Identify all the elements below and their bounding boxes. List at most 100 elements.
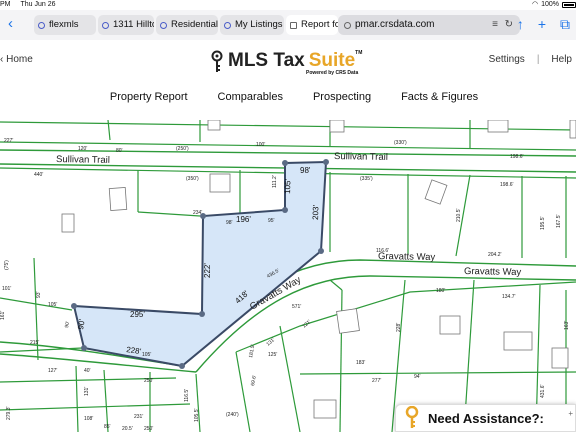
- expand-icon[interactable]: +: [568, 409, 573, 418]
- building: [61, 213, 75, 233]
- lot-label: 108': [84, 416, 93, 422]
- building: [551, 347, 569, 369]
- browser-tab[interactable]: 1311 Hilltop: [98, 15, 154, 35]
- menu-comparables[interactable]: Comparables: [218, 91, 283, 103]
- tab-label: Report fo: [301, 19, 338, 30]
- street-label: Sullivan Trail: [334, 151, 388, 163]
- globe-icon: [160, 21, 167, 29]
- building: [336, 308, 360, 334]
- lot-label: 40': [84, 368, 91, 374]
- toolbar-actions: ↑ + ⧉: [517, 16, 570, 32]
- wifi-icon: ◠: [531, 1, 539, 8]
- parcel-dimension: 98': [300, 166, 311, 175]
- browser-toolbar: ‹ flexmls 1311 Hilltop Residential My Li…: [0, 10, 576, 40]
- lot-label: 198.6': [500, 182, 514, 188]
- lot-label: 571': [292, 304, 301, 310]
- lot-label: 440': [34, 172, 43, 178]
- lot-label: (75'): [4, 260, 10, 270]
- share-icon[interactable]: ↑: [517, 16, 524, 32]
- lot-label: 101': [2, 286, 11, 292]
- app-header: ‹ Home MLS Tax Suite TM Powered by CRS D…: [0, 40, 576, 120]
- tab-label: flexmls: [49, 19, 79, 30]
- lot-label: 105': [48, 302, 57, 308]
- parcel-vertex: [179, 363, 185, 369]
- logo-subtitle: Powered by CRS Data: [306, 70, 359, 76]
- logo-trademark: TM: [355, 50, 363, 56]
- browser-tab-active[interactable]: Report fo: [286, 15, 338, 35]
- building: [108, 187, 128, 211]
- back-icon[interactable]: ‹: [8, 16, 13, 32]
- logo[interactable]: MLS Tax Suite TM Powered by CRS Data: [210, 50, 363, 76]
- need-assistance-button[interactable]: Need Assistance?: +: [395, 404, 576, 432]
- lot-label: 183': [356, 360, 365, 366]
- reload-icon[interactable]: ↻: [505, 15, 513, 35]
- browser-tab[interactable]: flexmls: [34, 15, 96, 35]
- lot-label: (335'): [360, 176, 373, 182]
- lot-label: (240'): [226, 412, 239, 418]
- lot-label: 116.6': [376, 248, 389, 254]
- parcel-dimension: 105': [283, 178, 293, 194]
- building: [313, 399, 337, 419]
- need-assistance-label: Need Assistance?:: [428, 410, 544, 426]
- parcel-map-canvas[interactable]: 98' 105' 196' 203' 222' 418' 295' 90' 22…: [0, 120, 576, 432]
- parcel-vertex: [81, 345, 87, 351]
- building: [209, 173, 231, 193]
- building: [439, 315, 461, 335]
- lot-label: 98': [226, 220, 233, 226]
- home-link[interactable]: ‹ Home: [0, 54, 33, 65]
- parcel-vertex: [282, 207, 288, 213]
- globe-icon: [38, 21, 45, 29]
- lot-label: 231': [134, 414, 143, 420]
- lot-label: 85': [104, 424, 111, 430]
- address-bar[interactable]: pmar.crsdata.com ≡ ↻: [338, 15, 520, 35]
- lot-label: (350'): [186, 176, 199, 182]
- lot-label: 125': [268, 352, 277, 358]
- parcel-vertex: [199, 311, 205, 317]
- lot-label: 277': [372, 378, 381, 384]
- lot-label: 105': [142, 352, 151, 358]
- parcel-dimension: 196': [236, 215, 251, 224]
- menu-prospecting[interactable]: Prospecting: [313, 91, 371, 103]
- tab-label: 1311 Hilltop: [113, 19, 154, 30]
- parcel-vertex: [318, 248, 324, 254]
- lot-label: 227': [4, 138, 13, 144]
- menu-property-report[interactable]: Property Report: [110, 91, 188, 103]
- parcel-vertex: [71, 303, 77, 309]
- help-link[interactable]: Help: [551, 54, 572, 65]
- tab-label: My Listings: [235, 19, 283, 30]
- lot-label: 93': [36, 291, 42, 298]
- lot-label: 95': [268, 218, 275, 224]
- tabs-overview-icon[interactable]: ⧉: [560, 16, 570, 32]
- lot-label: 90': [64, 321, 71, 329]
- lot-label: (330'): [394, 140, 407, 146]
- key-icon: [211, 50, 223, 72]
- parcel-dimension: 203': [311, 204, 321, 220]
- parcel-vertex: [282, 160, 288, 166]
- parcel-vertex: [323, 159, 329, 165]
- building: [487, 120, 509, 133]
- building: [503, 331, 533, 351]
- reader-icon[interactable]: ≡: [492, 15, 498, 35]
- tab-label: Residential: [171, 19, 218, 30]
- new-tab-icon[interactable]: +: [538, 16, 546, 32]
- lot-label: 80': [116, 148, 123, 154]
- browser-tab[interactable]: Residential: [156, 15, 218, 35]
- lot-label: 250': [144, 378, 153, 384]
- status-bar: PM Thu Jun 26 ◠ 100%: [0, 0, 576, 10]
- parcel-dimension: 222': [203, 263, 212, 278]
- lot-label: 105.5': [194, 408, 200, 422]
- settings-link[interactable]: Settings: [489, 54, 525, 65]
- lot-label: 234': [193, 210, 202, 216]
- lot-label: 20.5': [122, 426, 133, 432]
- browser-tab[interactable]: My Listings: [220, 15, 284, 35]
- parcel-map[interactable]: 98' 105' 196' 203' 222' 418' 295' 90' 22…: [0, 120, 576, 432]
- lot-label: 279.3': [6, 406, 12, 420]
- main-menu: Property Report Comparables Prospecting …: [0, 91, 576, 103]
- lot-label: 228': [396, 323, 402, 332]
- lot-label: 204.2': [488, 252, 502, 258]
- menu-facts-figures[interactable]: Facts & Figures: [401, 91, 478, 103]
- parcel-dimension: 90': [76, 318, 87, 330]
- status-date: Thu Jun 26: [20, 1, 56, 8]
- building: [569, 120, 576, 139]
- lot-label: 198.6': [510, 154, 524, 160]
